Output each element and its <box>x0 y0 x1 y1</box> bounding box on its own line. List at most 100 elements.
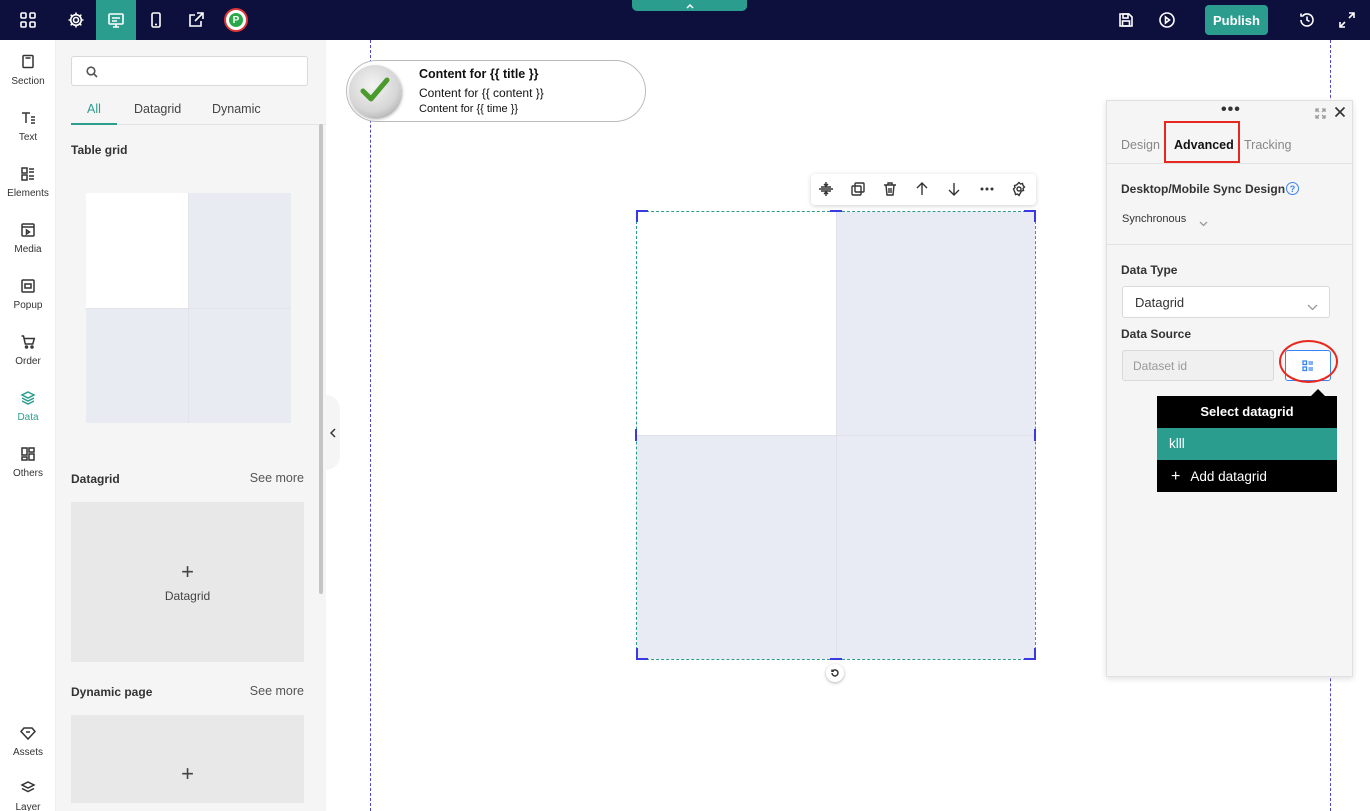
data-type-label: Data Type <box>1121 263 1178 277</box>
table-grid-thumbnail[interactable] <box>86 193 291 423</box>
apps-grid-button[interactable] <box>8 0 48 40</box>
more-button[interactable] <box>979 181 995 197</box>
settings-button[interactable] <box>56 0 96 40</box>
resize-handle-right[interactable] <box>1034 429 1036 441</box>
drag-handle[interactable]: ••• <box>1221 102 1241 118</box>
element-settings-button[interactable] <box>1011 181 1027 197</box>
publish-button[interactable]: Publish <box>1205 5 1268 35</box>
resize-handle-top-right[interactable] <box>1024 210 1036 222</box>
tab-all[interactable]: All <box>87 102 101 116</box>
add-datagrid-card[interactable]: + Datagrid <box>71 502 304 662</box>
rail-item-label: Section <box>11 76 45 87</box>
preview-button[interactable] <box>1147 0 1187 40</box>
grid-cell <box>189 308 291 423</box>
rail-item-order[interactable]: Order <box>0 332 56 382</box>
expand-icon <box>1315 108 1326 119</box>
sync-design-select[interactable]: Synchronous <box>1122 213 1186 225</box>
data-type-value: Datagrid <box>1135 295 1185 310</box>
notification-content: Content for {{ content }} <box>419 86 544 100</box>
search-input[interactable] <box>104 61 299 81</box>
rail-item-label: Order <box>15 356 41 367</box>
move-down-button[interactable] <box>946 181 962 197</box>
select-datagrid-dropdown: Select datagrid klll + Add datagrid <box>1157 396 1337 492</box>
apps-grid-icon <box>20 12 36 28</box>
save-icon <box>1119 13 1133 27</box>
notification-element[interactable]: Content for {{ title }} Content for {{ c… <box>346 60 646 122</box>
add-datagrid-label: Datagrid <box>164 589 211 603</box>
resize-handle-bottom-left[interactable] <box>636 648 648 660</box>
divider <box>1107 244 1352 245</box>
history-icon <box>1300 13 1314 27</box>
duplicate-button[interactable] <box>850 181 866 197</box>
align-icon <box>819 182 833 196</box>
history-button[interactable] <box>1287 0 1327 40</box>
resize-handle-top[interactable] <box>830 210 842 212</box>
collapse-top-tab[interactable] <box>632 0 747 11</box>
rail-item-section[interactable]: Section <box>0 52 56 102</box>
duplicate-icon <box>851 182 865 196</box>
plus-icon: + <box>181 559 194 584</box>
gear-icon <box>68 12 84 28</box>
delete-button[interactable] <box>882 181 898 197</box>
sync-design-label: Desktop/Mobile Sync Design <box>1121 182 1286 196</box>
rail-item-label: Data <box>17 412 39 423</box>
data-type-select[interactable]: Datagrid <box>1122 286 1330 318</box>
tab-design[interactable]: Design <box>1121 138 1160 152</box>
share-button[interactable] <box>176 0 216 40</box>
check-badge <box>349 65 401 117</box>
resize-handle-bottom[interactable] <box>830 658 842 660</box>
tab-dynamic[interactable]: Dynamic <box>212 102 261 116</box>
rail-item-text[interactable]: Text <box>0 108 56 158</box>
help-icon[interactable]: ? <box>1286 182 1299 195</box>
mobile-icon <box>151 12 161 28</box>
logo-circle: P <box>224 8 248 32</box>
add-datagrid-option[interactable]: + Add datagrid <box>1157 462 1337 492</box>
expand-button[interactable] <box>1315 107 1326 119</box>
datagrid-see-more-link[interactable]: See more <box>250 471 304 485</box>
dropdown-pointer <box>1311 389 1325 396</box>
section-title-datagrid: Datagrid <box>71 472 120 486</box>
search-box[interactable] <box>71 56 308 86</box>
section-title-table-grid: Table grid <box>71 143 128 157</box>
panel-scrollbar[interactable] <box>319 124 323 594</box>
add-dynamic-page-card[interactable]: + <box>71 715 304 803</box>
rail-item-layer[interactable]: Layer <box>0 778 56 811</box>
fullscreen-button[interactable] <box>1327 0 1367 40</box>
rail-item-media[interactable]: Media <box>0 220 56 270</box>
save-button[interactable] <box>1106 0 1146 40</box>
align-button[interactable] <box>818 181 834 197</box>
rotate-handle[interactable] <box>826 664 844 682</box>
dataset-id-input[interactable] <box>1133 357 1263 375</box>
datagrid-option[interactable]: klll <box>1157 428 1337 460</box>
mobile-view-button[interactable] <box>136 0 176 40</box>
logo[interactable]: P <box>216 0 256 40</box>
close-button[interactable] <box>1334 106 1346 118</box>
rail-item-label: Popup <box>13 300 43 311</box>
rail-item-data[interactable]: Data <box>0 388 56 438</box>
dynamic-see-more-link[interactable]: See more <box>250 684 304 698</box>
notification-title: Content for {{ title }} <box>419 67 539 81</box>
tab-datagrid[interactable]: Datagrid <box>134 102 181 116</box>
popup-icon <box>21 279 35 293</box>
resize-handle-bottom-right[interactable] <box>1024 648 1036 660</box>
rail-item-assets[interactable]: Assets <box>0 723 56 773</box>
rail-item-others[interactable]: Others <box>0 444 56 494</box>
play-icon <box>1159 12 1175 28</box>
collapse-panel-tab[interactable] <box>326 395 340 470</box>
annotation-highlight-circle <box>1279 340 1338 383</box>
move-up-button[interactable] <box>914 181 930 197</box>
data-panel: All Datagrid Dynamic Table grid Datagrid… <box>56 40 326 811</box>
tab-tracking[interactable]: Tracking <box>1244 138 1291 152</box>
grid-cell <box>86 308 188 423</box>
chevron-down-icon[interactable] <box>1199 215 1208 227</box>
rail-item-label: Assets <box>12 747 43 758</box>
data-source-label: Data Source <box>1121 327 1192 341</box>
resize-handle-top-left[interactable] <box>636 210 648 222</box>
desktop-view-button[interactable] <box>96 0 136 40</box>
grid-cell <box>86 193 188 308</box>
resize-handle-left[interactable] <box>635 429 637 441</box>
rail-item-elements[interactable]: Elements <box>0 164 56 214</box>
rail-item-popup[interactable]: Popup <box>0 276 56 326</box>
dataset-field[interactable] <box>1122 350 1274 381</box>
text-icon <box>22 112 35 124</box>
